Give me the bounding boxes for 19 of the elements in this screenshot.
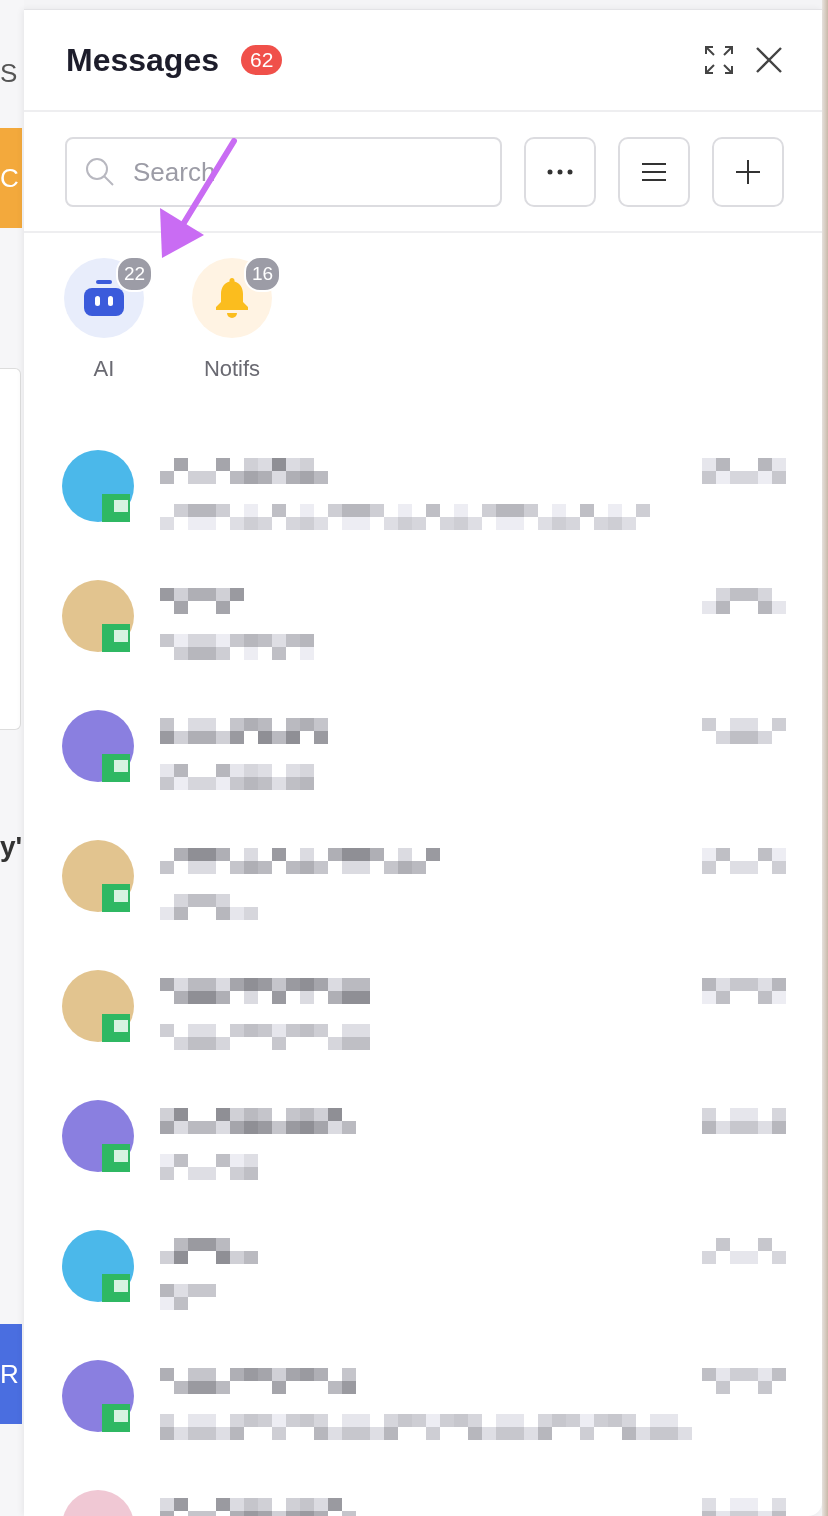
expand-icon[interactable] [704,45,734,75]
count-badge: 16 [244,256,282,292]
background-text: S [0,58,19,88]
bell-icon [214,278,250,318]
menu-icon [641,162,667,182]
plus-icon [736,160,760,184]
more-button[interactable] [524,137,596,207]
count-badge: 22 [116,256,154,292]
panel-title: Messages [66,41,219,79]
robot-icon [84,280,124,316]
shortcut-label[interactable]: AI [93,356,115,382]
more-icon [547,169,573,175]
shortcut-label[interactable]: Notifs [203,356,261,382]
add-button[interactable] [712,137,784,207]
search-icon [85,157,115,187]
background-heading: y' [0,830,24,864]
close-icon[interactable] [756,47,782,73]
unread-count: 62 [241,45,283,75]
menu-button[interactable] [618,137,690,207]
